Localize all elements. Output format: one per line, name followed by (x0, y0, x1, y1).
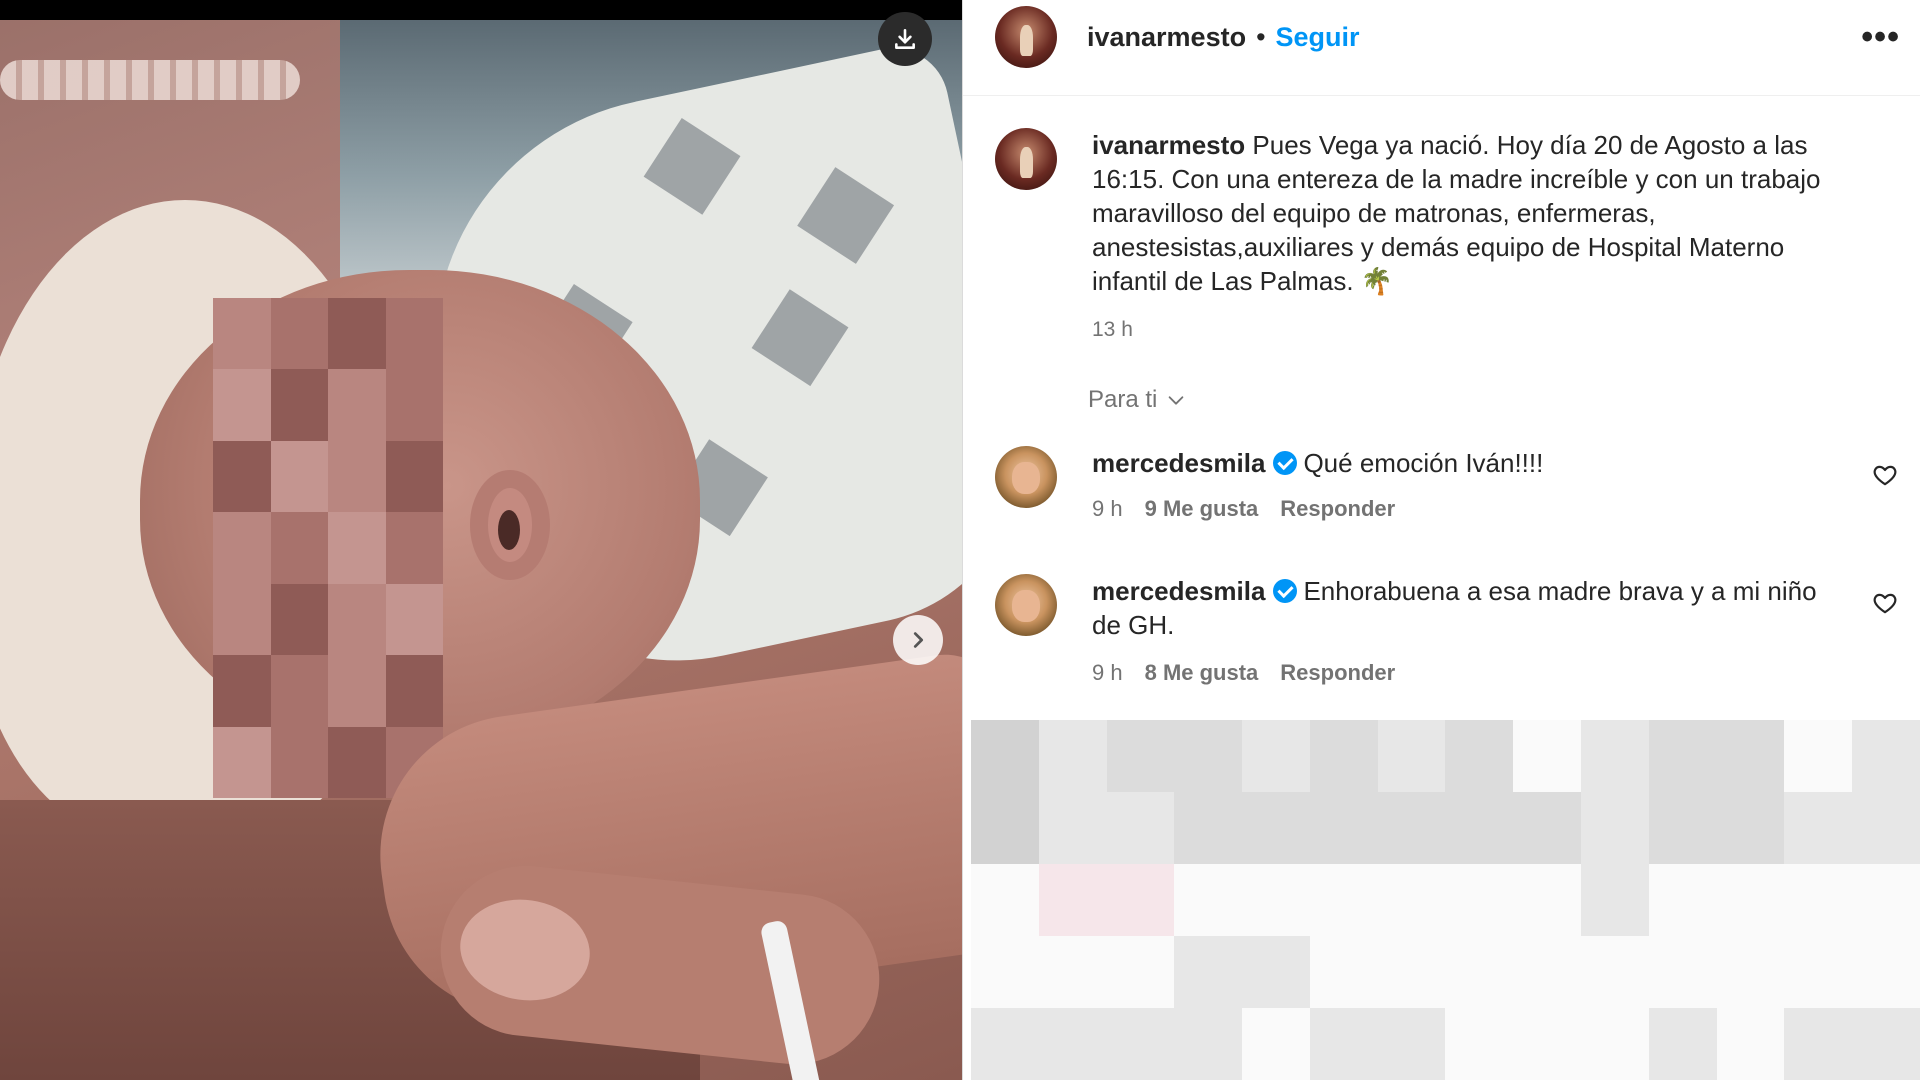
next-image-button[interactable] (893, 615, 943, 665)
comment-text: Qué emoción Iván!!!! (1303, 448, 1544, 478)
verified-badge-icon (1273, 451, 1298, 475)
baby-mouth (470, 470, 550, 580)
commenter-avatar[interactable] (995, 446, 1057, 508)
download-icon (895, 29, 915, 49)
bracelet (0, 60, 300, 100)
heart-icon[interactable] (1872, 462, 1898, 488)
author-username[interactable]: ivanarmesto (1087, 22, 1246, 53)
commenter-avatar[interactable] (995, 574, 1057, 636)
separator-dot: • (1256, 22, 1266, 52)
heart-icon[interactable] (1872, 590, 1898, 616)
follow-button[interactable]: Seguir (1276, 22, 1360, 53)
post-caption: ivanarmesto Pues Vega ya nació. Hoy día … (1092, 128, 1852, 298)
chevron-right-icon (913, 632, 924, 648)
post-header: ivanarmesto • Seguir ••• (963, 0, 1920, 96)
comment-likes[interactable]: 8 Me gusta (1145, 660, 1259, 686)
comment-item: mercedesmila Enhorabuena a esa madre brav… (963, 574, 1920, 704)
comment-likes[interactable]: 9 Me gusta (1145, 496, 1259, 522)
caption-author-avatar[interactable] (995, 128, 1057, 190)
download-button[interactable] (878, 12, 932, 66)
photo-top-bar (0, 0, 962, 20)
pixelated-region (971, 720, 1920, 1080)
comment-meta: 9 h 9 Me gusta Responder (1092, 496, 1395, 522)
reply-button[interactable]: Responder (1280, 496, 1395, 522)
more-options-icon[interactable]: ••• (1861, 18, 1900, 57)
pixelated-face-area (213, 298, 443, 798)
post-time[interactable]: 13 h (1092, 318, 1133, 342)
author-avatar[interactable] (995, 6, 1057, 68)
comment-time[interactable]: 9 h (1092, 660, 1123, 686)
sort-label: Para ti (1088, 386, 1158, 413)
post-sidebar: ivanarmesto • Seguir ••• ivanarmesto Pue… (963, 0, 1920, 1080)
commenter-username[interactable]: mercedesmila (1092, 448, 1265, 478)
comment-time[interactable]: 9 h (1092, 496, 1123, 522)
comment-body: mercedesmila Enhorabuena a esa madre brav… (1092, 574, 1852, 642)
chevron-down-icon (1169, 396, 1184, 405)
reply-button[interactable]: Responder (1280, 660, 1395, 686)
post-photo[interactable] (0, 0, 962, 1080)
caption-author[interactable]: ivanarmesto (1092, 130, 1245, 160)
comment-sort-dropdown[interactable]: Para ti (1088, 386, 1187, 414)
comment-item: mercedesmila Qué emoción Iván!!!! 9 h 9 M… (963, 446, 1920, 556)
comment-body: mercedesmila Qué emoción Iván!!!! (1092, 446, 1852, 480)
commenter-username[interactable]: mercedesmila (1092, 576, 1265, 606)
verified-badge-icon (1273, 579, 1298, 603)
comment-meta: 9 h 8 Me gusta Responder (1092, 660, 1395, 686)
